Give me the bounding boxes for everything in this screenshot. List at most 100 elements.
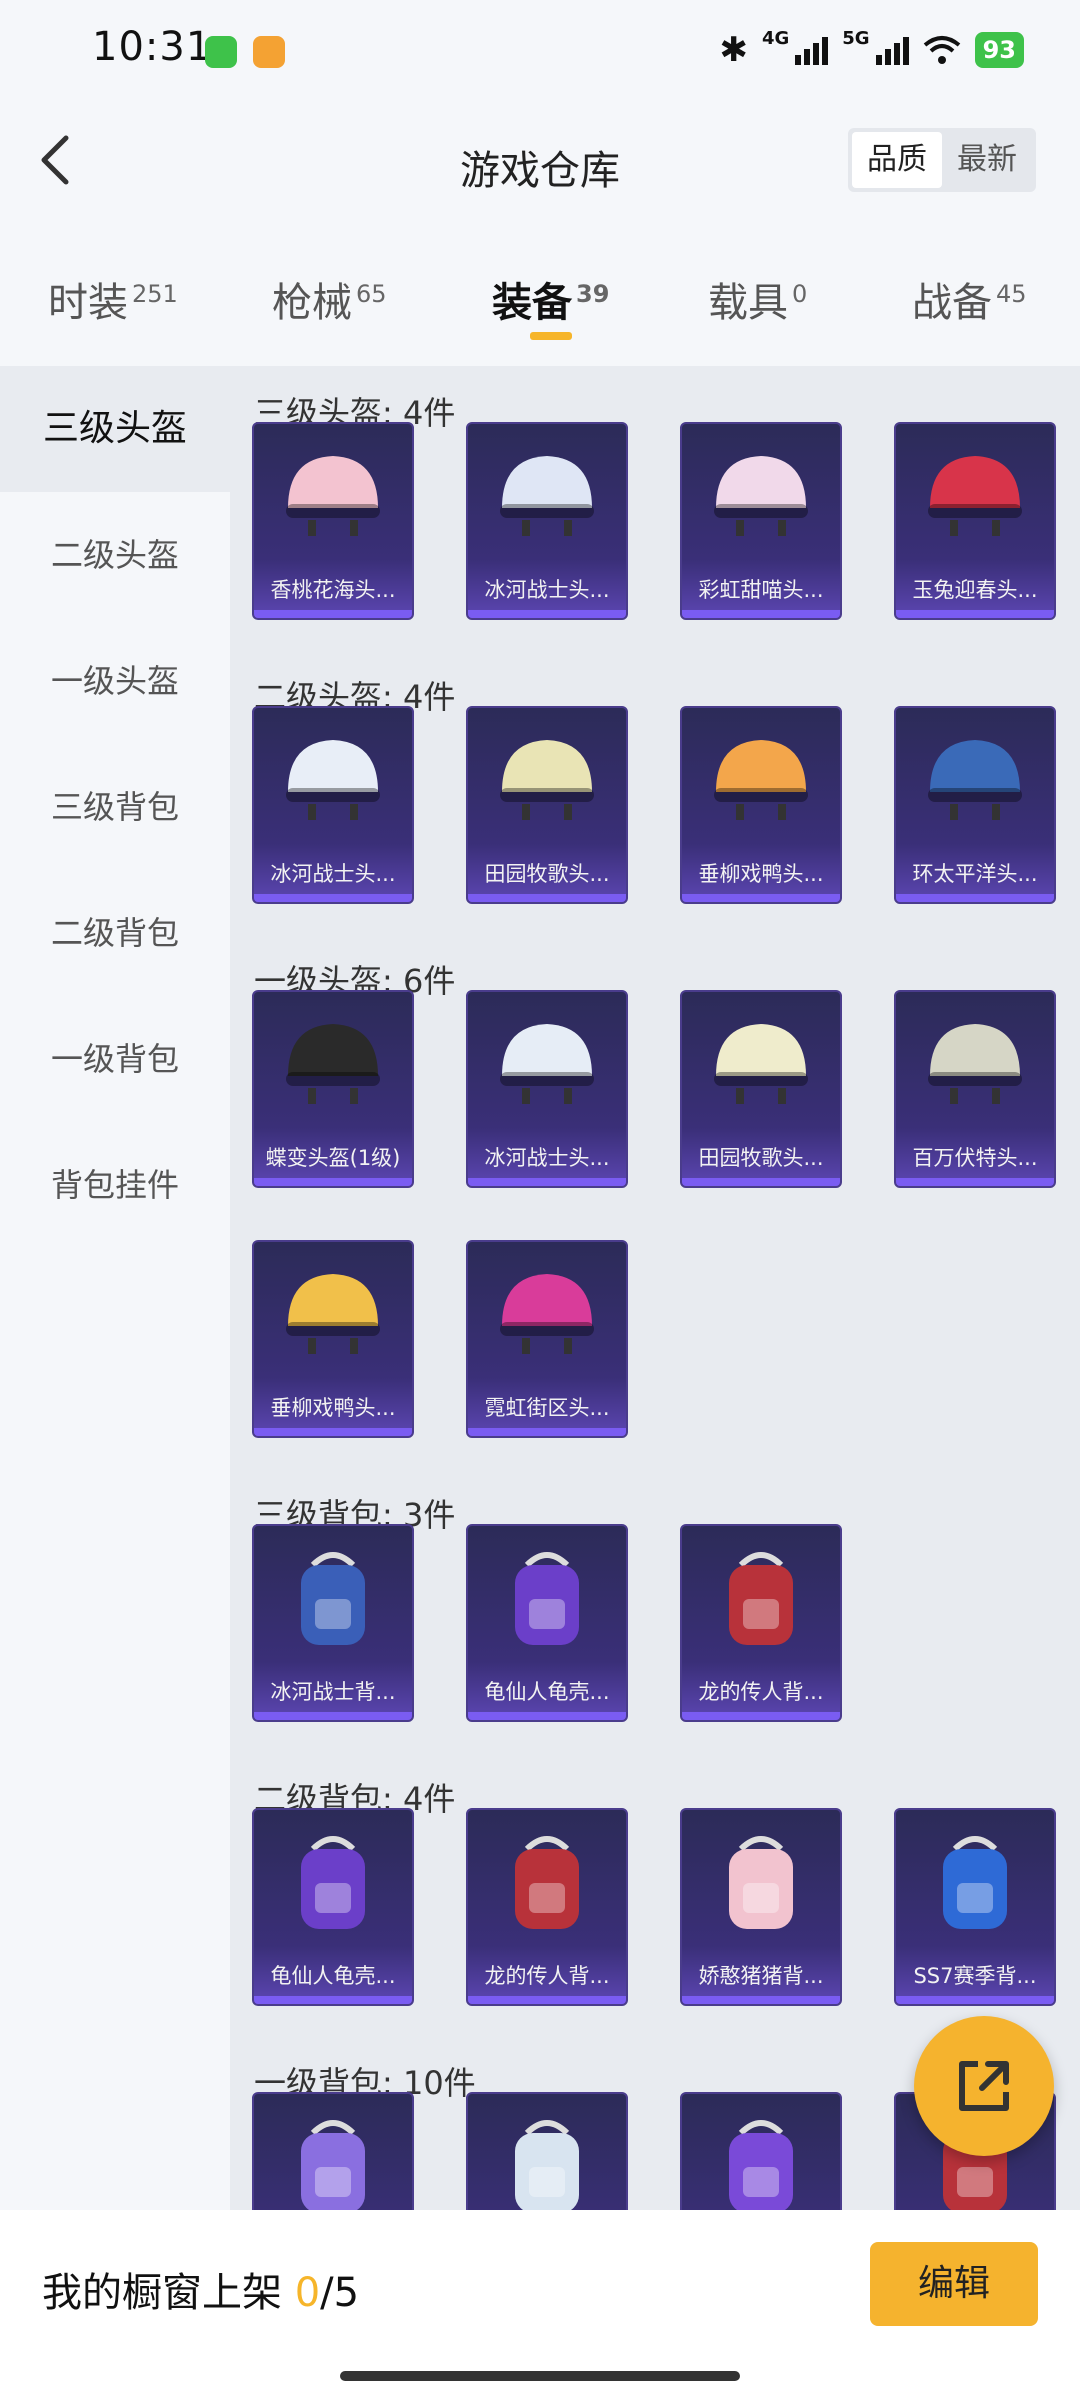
- showcase-count: 0: [294, 2270, 321, 2316]
- item-card[interactable]: 蝶变头盔(1级): [252, 990, 414, 1188]
- item-card[interactable]: 环太平洋头...: [894, 706, 1056, 904]
- item-card[interactable]: 田园牧歌头...: [680, 990, 842, 1188]
- item-card[interactable]: 彩虹甜喵头...: [680, 422, 842, 620]
- item-label: 龟仙人龟壳...: [484, 1680, 610, 1704]
- sidebar-item-level1-backpack[interactable]: 一级背包: [0, 996, 230, 1122]
- backpack-icon: [468, 1822, 626, 1942]
- quality-bar: [682, 894, 840, 902]
- sidebar-item-level3-backpack[interactable]: 三级背包: [0, 744, 230, 870]
- sidebar-item-level2-backpack[interactable]: 二级背包: [0, 870, 230, 996]
- quality-bar: [682, 1996, 840, 2004]
- item-card[interactable]: 龟仙人龟壳...: [252, 1808, 414, 2006]
- item-card[interactable]: 百万伏特头...: [894, 990, 1056, 1188]
- item-card[interactable]: 垂柳戏鸭头...: [680, 706, 842, 904]
- item-card[interactable]: 龙的传人背...: [680, 1524, 842, 1722]
- sidebar-item-level2-helmet[interactable]: 二级头盔: [0, 492, 230, 618]
- backpack-icon: [682, 2106, 840, 2210]
- helmet-icon: [254, 1004, 412, 1124]
- helmet-icon: [254, 436, 412, 556]
- backpack-icon: [468, 1538, 626, 1658]
- tab-vehicles[interactable]: 载具 0: [708, 270, 807, 328]
- item-label: 环太平洋头...: [912, 862, 1038, 886]
- tab-count: 65: [356, 279, 387, 308]
- item-card[interactable]: 娇憨猪猪背...: [680, 1808, 842, 2006]
- item-card[interactable]: 玉兔迎春头...: [894, 422, 1056, 620]
- item-card[interactable]: 冰河战士头...: [252, 706, 414, 904]
- network-5g-label: 5G: [842, 28, 870, 49]
- helmet-icon: [468, 720, 626, 840]
- item-card[interactable]: 霓虹街区头...: [466, 1240, 628, 1438]
- helmet-icon: [896, 1004, 1054, 1124]
- item-label: 垂柳戏鸭头...: [270, 1396, 396, 1420]
- quality-bar: [254, 894, 412, 902]
- item-card[interactable]: 冰河战士背...: [252, 1524, 414, 1722]
- item-card[interactable]: [680, 2092, 842, 2210]
- quality-bar: [254, 1428, 412, 1436]
- item-label: 冰河战士头...: [484, 578, 610, 602]
- backpack-icon: [468, 2106, 626, 2210]
- page-header: 游戏仓库 品质 最新: [0, 100, 1080, 230]
- status-time: 10:31: [92, 24, 213, 70]
- backpack-icon: [254, 1822, 412, 1942]
- signal-icon: [875, 35, 909, 65]
- item-card[interactable]: [252, 2092, 414, 2210]
- item-card[interactable]: 垂柳戏鸭头...: [252, 1240, 414, 1438]
- sort-quality-button[interactable]: 品质: [852, 132, 942, 188]
- tab-label: 枪械: [272, 280, 352, 326]
- backpack-icon: [896, 1822, 1054, 1942]
- sidebar-item-level1-helmet[interactable]: 一级头盔: [0, 618, 230, 744]
- message-app-icon: [205, 36, 237, 68]
- helmet-icon: [468, 436, 626, 556]
- helmet-icon: [468, 1254, 626, 1374]
- sidebar: 三级头盔 二级头盔 一级头盔 三级背包 二级背包 一级背包 背包挂件: [0, 366, 230, 2206]
- sidebar-item-backpack-charm[interactable]: 背包挂件: [0, 1122, 230, 1248]
- active-tab-indicator: [530, 332, 572, 340]
- quality-bar: [254, 1996, 412, 2004]
- item-grid: 三级头盔: 4件 香桃花海头... 冰河战士头... 彩虹甜喵头... 玉兔迎春头...…: [230, 366, 1080, 2210]
- notification-app-icon: [253, 36, 285, 68]
- backpack-icon: [254, 2106, 412, 2210]
- item-card[interactable]: 龟仙人龟壳...: [466, 1524, 628, 1722]
- item-card[interactable]: 龙的传人背...: [466, 1808, 628, 2006]
- battery-indicator: 93: [974, 32, 1024, 68]
- item-card[interactable]: 田园牧歌头...: [466, 706, 628, 904]
- tab-guns[interactable]: 枪械 65: [272, 270, 387, 328]
- quality-bar: [254, 610, 412, 618]
- quality-bar: [468, 894, 626, 902]
- item-card[interactable]: 冰河战士头...: [466, 422, 628, 620]
- status-icons: ✱ 4G 5G 93: [719, 28, 1024, 72]
- helmet-icon: [254, 1254, 412, 1374]
- quality-bar: [682, 1178, 840, 1186]
- item-card[interactable]: 冰河战士头...: [466, 990, 628, 1188]
- tab-label: 战备: [912, 280, 992, 326]
- item-label: 娇憨猪猪背...: [698, 1964, 824, 1988]
- tab-equipment[interactable]: 装备 39: [492, 270, 609, 328]
- item-label: 垂柳戏鸭头...: [698, 862, 824, 886]
- tab-supplies[interactable]: 战备 45: [912, 270, 1027, 328]
- backpack-icon: [254, 1538, 412, 1658]
- quality-bar: [896, 1178, 1054, 1186]
- sort-toggle: 品质 最新: [848, 128, 1036, 192]
- edit-button[interactable]: 编辑: [870, 2242, 1038, 2326]
- sidebar-item-level3-helmet[interactable]: 三级头盔: [0, 366, 230, 492]
- helmet-icon: [682, 436, 840, 556]
- tab-label: 装备: [492, 280, 572, 326]
- quality-bar: [254, 1712, 412, 1720]
- item-card[interactable]: [466, 2092, 628, 2210]
- quality-bar: [254, 1178, 412, 1186]
- item-card[interactable]: 香桃花海头...: [252, 422, 414, 620]
- share-button[interactable]: [914, 2016, 1054, 2156]
- quality-bar: [468, 1712, 626, 1720]
- tab-count: 0: [792, 279, 808, 308]
- sort-latest-button[interactable]: 最新: [942, 132, 1032, 188]
- category-tabs: 时装 251 枪械 65 装备 39 载具 0 战备 45: [0, 230, 1080, 366]
- tab-count: 39: [576, 279, 610, 308]
- item-card[interactable]: SS7赛季背...: [894, 1808, 1056, 2006]
- item-label: 霓虹街区头...: [484, 1396, 610, 1420]
- network-4g-label: 4G: [761, 28, 790, 49]
- quality-bar: [896, 894, 1054, 902]
- tab-fashion[interactable]: 时装 251: [48, 270, 178, 328]
- tab-label: 载具: [708, 280, 788, 326]
- tab-count: 45: [996, 279, 1027, 308]
- quality-bar: [468, 610, 626, 618]
